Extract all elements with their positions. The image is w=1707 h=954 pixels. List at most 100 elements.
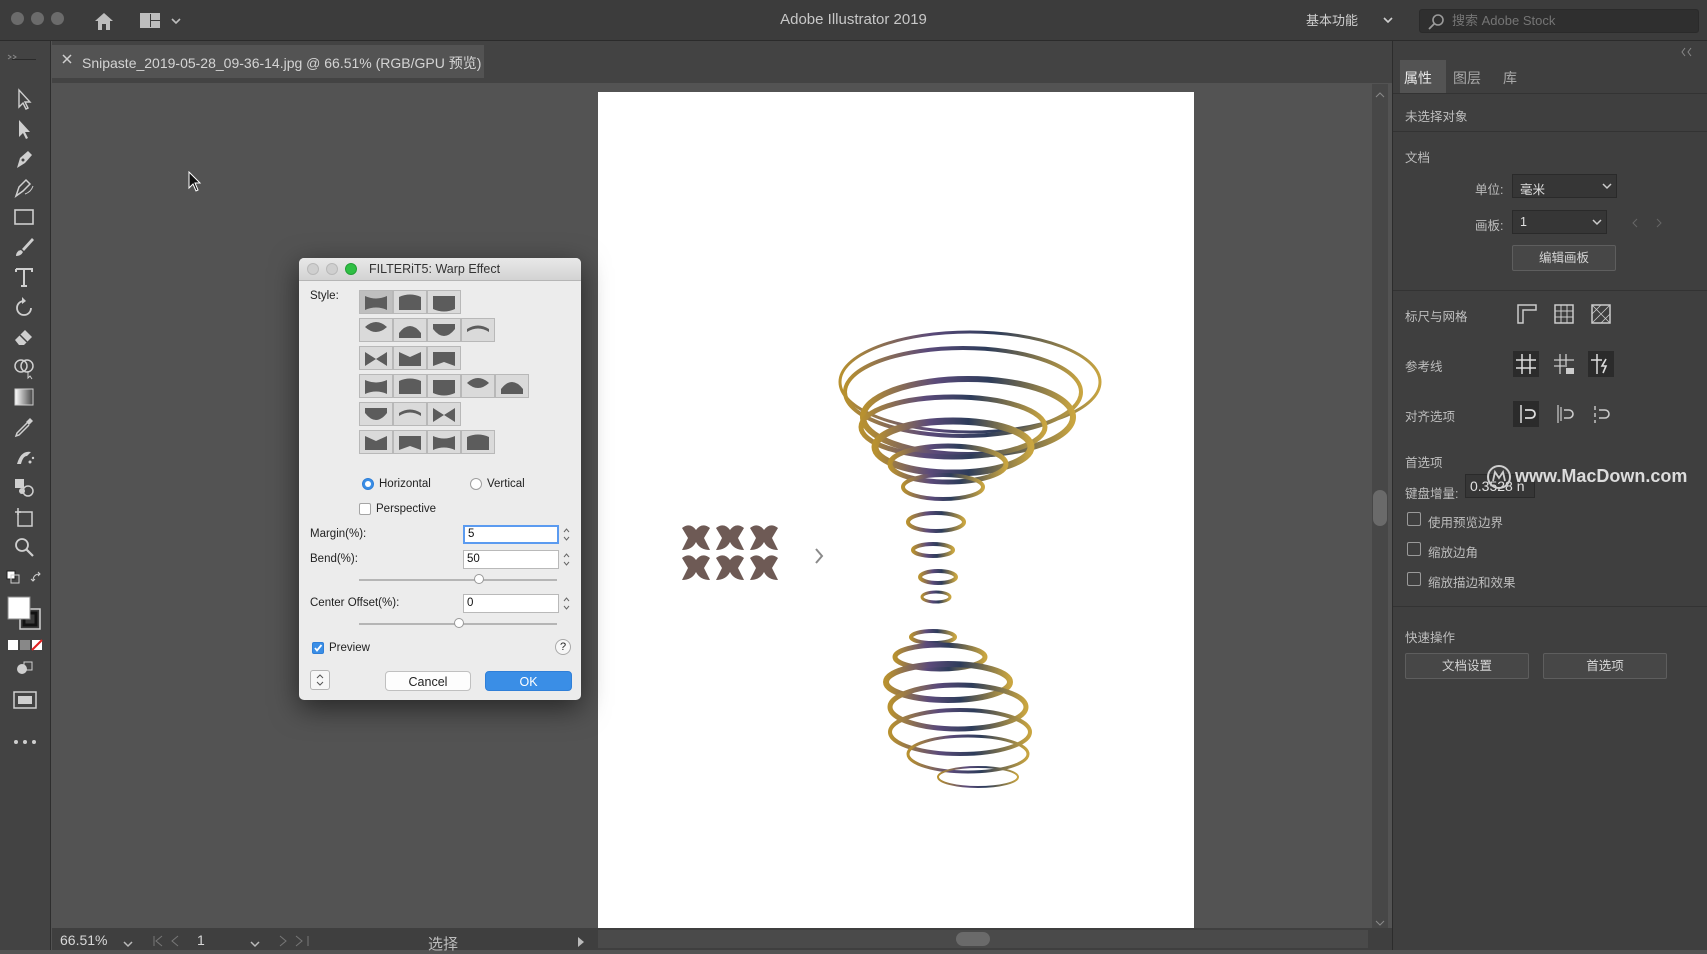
artboard-number[interactable]: 1 xyxy=(197,932,205,948)
warp-style-button[interactable] xyxy=(461,430,495,454)
warp-style-button[interactable] xyxy=(393,402,427,426)
fill-stroke-icon[interactable] xyxy=(7,596,43,632)
scale-corners-checkbox[interactable] xyxy=(1407,542,1421,556)
close-tab-icon[interactable] xyxy=(60,52,74,66)
tab-layers[interactable]: 图层 xyxy=(1453,68,1481,88)
dialog-zoom-button[interactable] xyxy=(345,263,357,275)
rectangle-tool-icon[interactable] xyxy=(11,204,37,230)
artboard-tool-icon[interactable] xyxy=(11,504,37,530)
rulers-icon[interactable] xyxy=(1514,301,1540,327)
eraser-tool-icon[interactable] xyxy=(11,324,37,350)
pen-tool-icon[interactable] xyxy=(11,146,37,172)
stock-search-box[interactable] xyxy=(1419,9,1699,33)
snap-to-glyph-icon[interactable] xyxy=(1588,401,1614,427)
center-offset-input[interactable]: 0 xyxy=(463,594,559,613)
smart-guides-icon[interactable] xyxy=(1588,351,1614,377)
transparency-grid-icon[interactable] xyxy=(1588,301,1614,327)
warp-style-button[interactable] xyxy=(495,374,529,398)
scale-strokes-effects-checkbox[interactable] xyxy=(1407,572,1421,586)
zoom-level[interactable]: 66.51% xyxy=(60,932,107,948)
stock-search-input[interactable] xyxy=(1450,12,1694,29)
bend-input[interactable]: 50 xyxy=(463,550,559,569)
snap-to-point-icon[interactable] xyxy=(1513,401,1539,427)
margin-stepper[interactable] xyxy=(562,525,571,544)
warp-style-button[interactable] xyxy=(393,430,427,454)
next-last-artboard-icon[interactable] xyxy=(276,934,312,947)
draw-mode-icon[interactable] xyxy=(14,660,36,678)
tab-properties[interactable]: 属性 xyxy=(1404,68,1432,88)
warp-style-button[interactable] xyxy=(393,290,427,314)
warp-style-button[interactable] xyxy=(427,290,461,314)
curvature-tool-icon[interactable] xyxy=(11,174,37,200)
workspace-switcher[interactable]: 基本功能 xyxy=(1306,10,1396,32)
center-offset-stepper[interactable] xyxy=(562,594,571,613)
ok-button[interactable]: OK xyxy=(485,671,572,691)
panel-collapse-icon[interactable] xyxy=(1681,44,1697,57)
artboard-nav-icons[interactable] xyxy=(1630,216,1664,228)
warp-style-button[interactable] xyxy=(393,318,427,342)
warp-style-button[interactable] xyxy=(393,374,427,398)
scroll-down-icon[interactable] xyxy=(1374,915,1386,926)
warp-style-button[interactable] xyxy=(359,374,393,398)
help-button[interactable]: ? xyxy=(555,639,571,655)
margin-input[interactable]: 5 xyxy=(463,525,559,544)
preview-checkbox[interactable] xyxy=(312,642,324,654)
type-tool-icon[interactable] xyxy=(11,264,37,290)
first-prev-artboard-icon[interactable] xyxy=(152,934,188,947)
artboard-select[interactable]: 1 xyxy=(1512,210,1607,234)
horizontal-scroll-thumb[interactable] xyxy=(956,932,990,946)
shape-builder-tool-icon[interactable] xyxy=(11,354,37,380)
use-preview-bounds-checkbox[interactable] xyxy=(1407,512,1421,526)
gradient-tool-icon[interactable] xyxy=(11,384,37,410)
warp-style-button[interactable] xyxy=(427,402,461,426)
horizontal-radio[interactable] xyxy=(362,478,374,490)
unit-select[interactable]: 毫米 xyxy=(1512,174,1617,198)
warp-style-button[interactable] xyxy=(427,374,461,398)
artboard-dropdown-icon[interactable] xyxy=(249,936,261,948)
warp-style-button[interactable] xyxy=(359,402,393,426)
dialog-minimize-button[interactable] xyxy=(326,263,338,275)
vertical-radio[interactable] xyxy=(470,478,482,490)
direct-selection-tool-icon[interactable] xyxy=(11,116,37,142)
status-menu-icon[interactable] xyxy=(576,935,586,947)
paintbrush-tool-icon[interactable] xyxy=(11,234,37,260)
blend-tool-icon[interactable] xyxy=(11,474,37,500)
center-offset-slider-knob[interactable] xyxy=(454,618,464,628)
warp-style-button[interactable] xyxy=(427,318,461,342)
symbol-sprayer-tool-icon[interactable] xyxy=(11,444,37,470)
scroll-up-icon[interactable] xyxy=(1374,87,1386,98)
selection-tool-icon[interactable] xyxy=(11,86,37,112)
bend-slider[interactable] xyxy=(359,579,557,581)
edit-toolbar-icon[interactable] xyxy=(12,733,38,744)
snap-to-pixel-icon[interactable] xyxy=(1551,401,1577,427)
warp-style-button[interactable] xyxy=(427,346,461,370)
edit-artboards-button[interactable]: 编辑画板 xyxy=(1512,245,1616,271)
document-setup-button[interactable]: 文档设置 xyxy=(1405,653,1529,679)
bend-stepper[interactable] xyxy=(562,550,571,569)
show-guides-icon[interactable] xyxy=(1513,351,1539,377)
default-colors-icon[interactable] xyxy=(6,570,20,584)
warp-style-button[interactable] xyxy=(427,430,461,454)
bend-slider-knob[interactable] xyxy=(473,574,484,584)
artboard[interactable] xyxy=(598,92,1194,935)
eyedropper-tool-icon[interactable] xyxy=(11,414,37,440)
screen-mode-icon[interactable] xyxy=(12,690,38,710)
zoom-dropdown-icon[interactable] xyxy=(122,936,134,948)
warp-style-button[interactable] xyxy=(359,290,393,314)
dialog-close-button[interactable] xyxy=(307,263,319,275)
warp-style-button[interactable] xyxy=(359,346,393,370)
lock-guides-icon[interactable] xyxy=(1551,351,1577,377)
perspective-checkbox[interactable] xyxy=(359,503,371,515)
zoom-tool-icon[interactable] xyxy=(11,534,37,560)
warp-style-button[interactable] xyxy=(461,374,495,398)
warp-style-button[interactable] xyxy=(461,318,495,342)
warp-style-button[interactable] xyxy=(393,346,427,370)
presets-menu-button[interactable] xyxy=(310,670,330,690)
preferences-button[interactable]: 首选项 xyxy=(1543,653,1667,679)
toolbar-collapse-icon[interactable] xyxy=(6,47,42,60)
cancel-button[interactable]: Cancel xyxy=(385,671,471,691)
tab-libraries[interactable]: 库 xyxy=(1503,68,1517,88)
swap-colors-icon[interactable] xyxy=(30,571,44,585)
warp-style-button[interactable] xyxy=(359,430,393,454)
rotate-tool-icon[interactable] xyxy=(11,294,37,320)
